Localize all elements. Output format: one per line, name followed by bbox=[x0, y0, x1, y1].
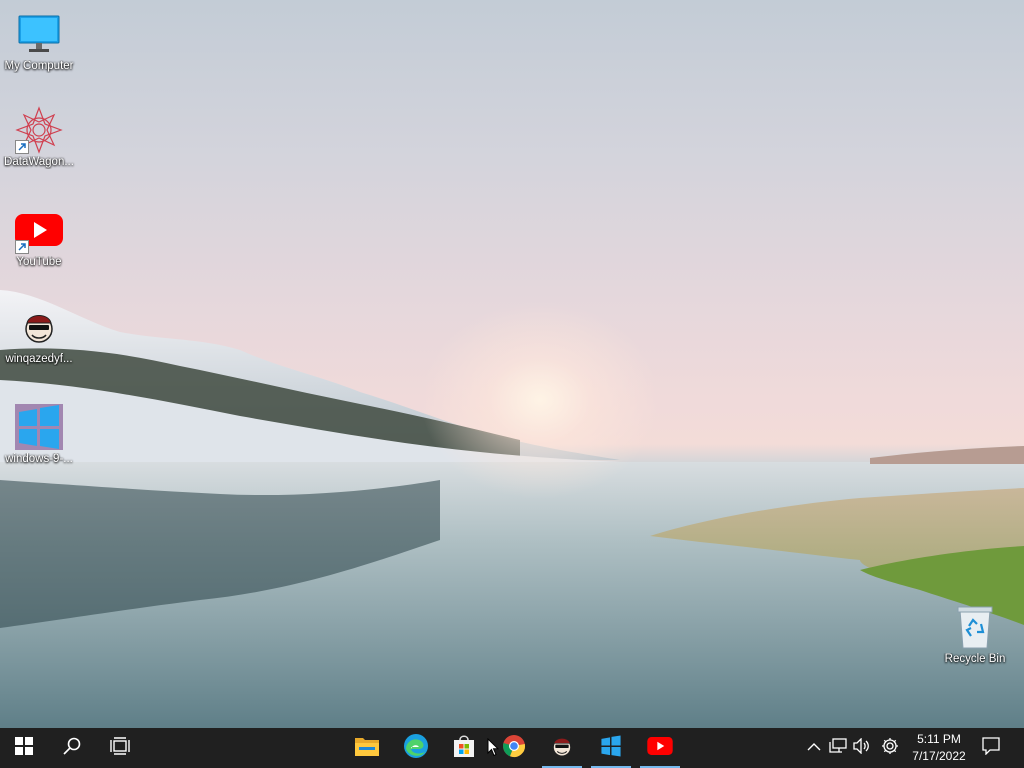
taskbar-app-winqazedyf[interactable] bbox=[538, 728, 586, 768]
desktop-icon-youtube[interactable]: YouTube bbox=[1, 206, 77, 269]
desktop-icon-windows-9[interactable]: windows-9-... bbox=[1, 403, 77, 466]
desktop-icon-label: DataWagon... bbox=[4, 156, 74, 168]
mouse-cursor-icon bbox=[487, 737, 500, 762]
windows-logo-icon bbox=[15, 403, 63, 451]
desktop-icon-label: Recycle Bin bbox=[944, 653, 1006, 665]
sun-glow bbox=[420, 300, 660, 500]
action-center-button[interactable] bbox=[981, 736, 1001, 760]
chrome-icon bbox=[502, 734, 526, 763]
datawagon-icon bbox=[15, 106, 63, 154]
shortcut-arrow-icon bbox=[15, 140, 29, 154]
youtube-icon bbox=[647, 736, 673, 760]
taskbar-app-windows-9[interactable] bbox=[587, 728, 635, 768]
desktop-icon-winqazedyf[interactable]: winqazedyf... bbox=[1, 303, 77, 366]
gear-icon bbox=[881, 737, 899, 760]
windows-start-icon bbox=[15, 736, 33, 760]
taskbar-app-file-explorer[interactable] bbox=[343, 728, 391, 768]
network-button[interactable] bbox=[828, 737, 848, 759]
clock-date: 7/17/2022 bbox=[912, 749, 966, 763]
taskbar-app-youtube[interactable] bbox=[636, 728, 684, 768]
task-view-button[interactable] bbox=[96, 728, 144, 768]
search-button[interactable] bbox=[48, 728, 96, 768]
youtube-icon bbox=[15, 206, 63, 254]
chevron-up-icon bbox=[807, 739, 821, 757]
taskbar-app-store[interactable] bbox=[440, 728, 488, 768]
folder-icon bbox=[354, 735, 380, 762]
volume-button[interactable] bbox=[852, 736, 872, 759]
desktop-icon-label: YouTube bbox=[16, 256, 62, 268]
shortcut-arrow-icon bbox=[15, 240, 29, 254]
desktop-icon-label: windows-9-... bbox=[5, 453, 73, 465]
avatar-icon bbox=[550, 734, 574, 763]
network-icon bbox=[829, 737, 847, 759]
computer-icon bbox=[15, 10, 63, 58]
desktop[interactable]: My Computer DataWagon... YouTube winqaze… bbox=[0, 0, 1024, 728]
taskbar: 5:11 PM 7/17/2022 bbox=[0, 728, 1024, 768]
clock-time: 5:11 PM bbox=[917, 732, 961, 746]
desktop-icon-label: winqazedyf... bbox=[5, 353, 73, 365]
task-view-icon bbox=[110, 736, 130, 760]
settings-button[interactable] bbox=[880, 737, 900, 760]
show-hidden-icons-button[interactable] bbox=[804, 738, 824, 758]
desktop-icon-label: My Computer bbox=[4, 60, 74, 72]
avatar-icon bbox=[15, 303, 63, 351]
desktop-icon-my-computer[interactable]: My Computer bbox=[1, 10, 77, 73]
desktop-icon-datawagon[interactable]: DataWagon... bbox=[1, 106, 77, 169]
clock[interactable]: 5:11 PM 7/17/2022 bbox=[904, 731, 974, 765]
windows-logo-icon bbox=[599, 734, 623, 762]
store-icon bbox=[452, 734, 476, 763]
notification-icon bbox=[982, 736, 1000, 760]
edge-icon bbox=[403, 733, 429, 764]
recycle-bin-icon bbox=[951, 603, 999, 651]
search-icon bbox=[63, 737, 81, 760]
taskbar-app-edge[interactable] bbox=[392, 728, 440, 768]
start-button[interactable] bbox=[0, 728, 48, 768]
volume-icon bbox=[853, 736, 871, 759]
desktop-icon-recycle-bin[interactable]: Recycle Bin bbox=[937, 603, 1013, 666]
